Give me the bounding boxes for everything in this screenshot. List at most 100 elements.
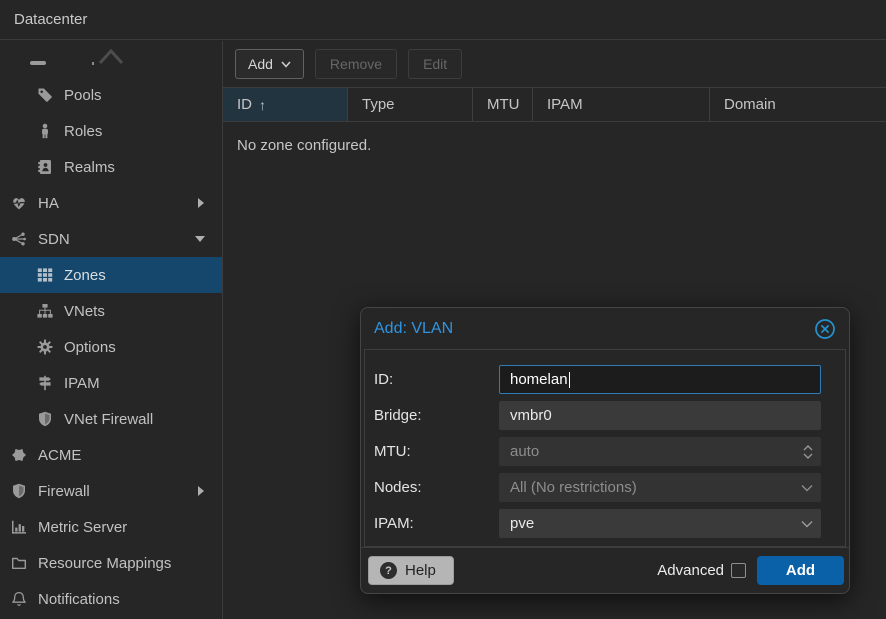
submit-add-button[interactable]: Add — [757, 556, 844, 585]
ipam-select[interactable]: pve — [499, 509, 821, 538]
add-button-label: Add — [248, 56, 273, 72]
network-icon — [10, 231, 28, 247]
tag-icon — [36, 87, 54, 103]
bell-icon — [10, 591, 28, 607]
sort-asc-icon: ↑ — [259, 97, 266, 113]
sidebar-item-sdn[interactable]: SDN — [0, 221, 222, 257]
text-cursor — [569, 372, 570, 388]
certificate-icon — [10, 447, 28, 463]
sidebar-item-label: VNets — [64, 303, 105, 320]
sidebar-item-vnets[interactable]: VNets — [0, 293, 222, 329]
sidebar-item-options[interactable]: Options — [0, 329, 222, 365]
id-input[interactable]: homelan — [499, 365, 821, 394]
sidebar-item-label: Firewall — [38, 483, 90, 500]
sidebar-item-label: Options — [64, 339, 116, 356]
sidebar-item-ipam[interactable]: IPAM — [0, 365, 222, 401]
top-bar: Datacenter — [0, 0, 886, 40]
sidebar-item-label: Realms — [64, 159, 115, 176]
column-header-ipam[interactable]: IPAM — [533, 88, 710, 121]
sidebar-item-label: Pools — [64, 87, 102, 104]
shield-icon — [36, 411, 54, 427]
sidebar-item-partial-scrolled[interactable] — [0, 41, 222, 77]
edit-button-label: Edit — [423, 56, 447, 72]
sidebar-item-label: Resource Mappings — [38, 555, 171, 572]
sidebar-item-vnet-firewall[interactable]: VNet Firewall — [0, 401, 222, 437]
address-book-icon — [36, 159, 54, 175]
dialog-footer: ? Help Advanced Add — [361, 547, 849, 593]
bar-chart-icon — [10, 519, 28, 535]
sidebar-item-label: Metric Server — [38, 519, 127, 536]
expand-caret-icon — [198, 198, 204, 208]
folder-icon — [10, 555, 28, 571]
add-vlan-dialog: Add: VLAN ID: homelan Bridge: vmbr0 MTU:… — [360, 307, 850, 594]
sidebar-item-roles[interactable]: Roles — [0, 113, 222, 149]
form-row-ipam: IPAM: pve — [374, 509, 821, 538]
sidebar-item-acme[interactable]: ACME — [0, 437, 222, 473]
empty-table-message: No zone configured. — [223, 122, 886, 169]
zones-toolbar: Add Remove Edit — [223, 41, 886, 87]
gear-icon — [36, 339, 54, 355]
mtu-spinner[interactable]: auto — [499, 437, 821, 466]
chevron-up-icon — [98, 47, 124, 70]
advanced-checkbox[interactable] — [731, 563, 746, 578]
edit-button[interactable]: Edit — [408, 49, 462, 79]
signpost-icon — [36, 375, 54, 391]
expand-caret-icon — [198, 486, 204, 496]
sidebar-item-label: Notifications — [38, 591, 120, 608]
column-header-domain[interactable]: Domain — [710, 88, 886, 121]
bridge-field-label: Bridge: — [374, 407, 499, 424]
column-header-id[interactable]: ID ↑ — [223, 88, 348, 121]
help-button[interactable]: ? Help — [368, 556, 454, 585]
dash-icon — [30, 61, 46, 65]
remove-button[interactable]: Remove — [315, 49, 397, 79]
dialog-header[interactable]: Add: VLAN — [361, 308, 849, 349]
chevron-down-icon — [801, 510, 813, 537]
sidebar-item-label: IPAM — [64, 375, 100, 392]
add-button[interactable]: Add — [235, 49, 304, 79]
nodes-field-label: Nodes: — [374, 479, 499, 496]
sidebar-item-pools[interactable]: Pools — [0, 77, 222, 113]
column-header-type[interactable]: Type — [348, 88, 473, 121]
form-row-bridge: Bridge: vmbr0 — [374, 401, 821, 430]
grid-icon — [36, 267, 54, 283]
sidebar-item-resource-mappings[interactable]: Resource Mappings — [0, 545, 222, 581]
sidebar-item-label: Zones — [64, 267, 106, 284]
spinner-up-down-icon[interactable] — [803, 438, 813, 465]
nodes-select[interactable]: All (No restrictions) — [499, 473, 821, 502]
person-icon — [36, 123, 54, 139]
dialog-form: ID: homelan Bridge: vmbr0 MTU: auto Node… — [364, 349, 846, 547]
column-header-mtu[interactable]: MTU — [473, 88, 533, 121]
chevron-down-icon — [281, 61, 291, 68]
close-icon[interactable] — [814, 318, 836, 340]
sidebar-item-label: HA — [38, 195, 59, 212]
form-row-mtu: MTU: auto — [374, 437, 821, 466]
sidebar-item-realms[interactable]: Realms — [0, 149, 222, 185]
sidebar-item-label: Roles — [64, 123, 102, 140]
collapse-caret-icon — [195, 236, 205, 242]
sidebar-item-ha[interactable]: HA — [0, 185, 222, 221]
submit-add-label: Add — [786, 562, 815, 579]
sidebar-item-firewall[interactable]: Firewall — [0, 473, 222, 509]
resource-tree-sidebar: Pools Roles Realms HA SDN Zones — [0, 41, 223, 619]
dialog-title: Add: VLAN — [374, 320, 814, 338]
sitemap-icon — [36, 303, 54, 319]
sidebar-item-label: ACME — [38, 447, 81, 464]
sidebar-item-label: SDN — [38, 231, 70, 248]
mtu-field-label: MTU: — [374, 443, 499, 460]
form-row-nodes: Nodes: All (No restrictions) — [374, 473, 821, 502]
zones-table-header: ID ↑ Type MTU IPAM Domain — [223, 87, 886, 122]
remove-button-label: Remove — [330, 56, 382, 72]
ipam-field-label: IPAM: — [374, 515, 499, 532]
dot-icon — [92, 62, 94, 65]
advanced-label[interactable]: Advanced — [657, 562, 724, 579]
sidebar-item-metric-server[interactable]: Metric Server — [0, 509, 222, 545]
id-field-label: ID: — [374, 371, 499, 388]
sidebar-item-label: VNet Firewall — [64, 411, 153, 428]
bridge-input[interactable]: vmbr0 — [499, 401, 821, 430]
sidebar-item-notifications[interactable]: Notifications — [0, 581, 222, 617]
shield-icon — [10, 483, 28, 499]
page-title: Datacenter — [14, 11, 87, 28]
sidebar-item-zones[interactable]: Zones — [0, 257, 222, 293]
question-mark-icon: ? — [380, 562, 397, 579]
form-row-id: ID: homelan — [374, 365, 821, 394]
